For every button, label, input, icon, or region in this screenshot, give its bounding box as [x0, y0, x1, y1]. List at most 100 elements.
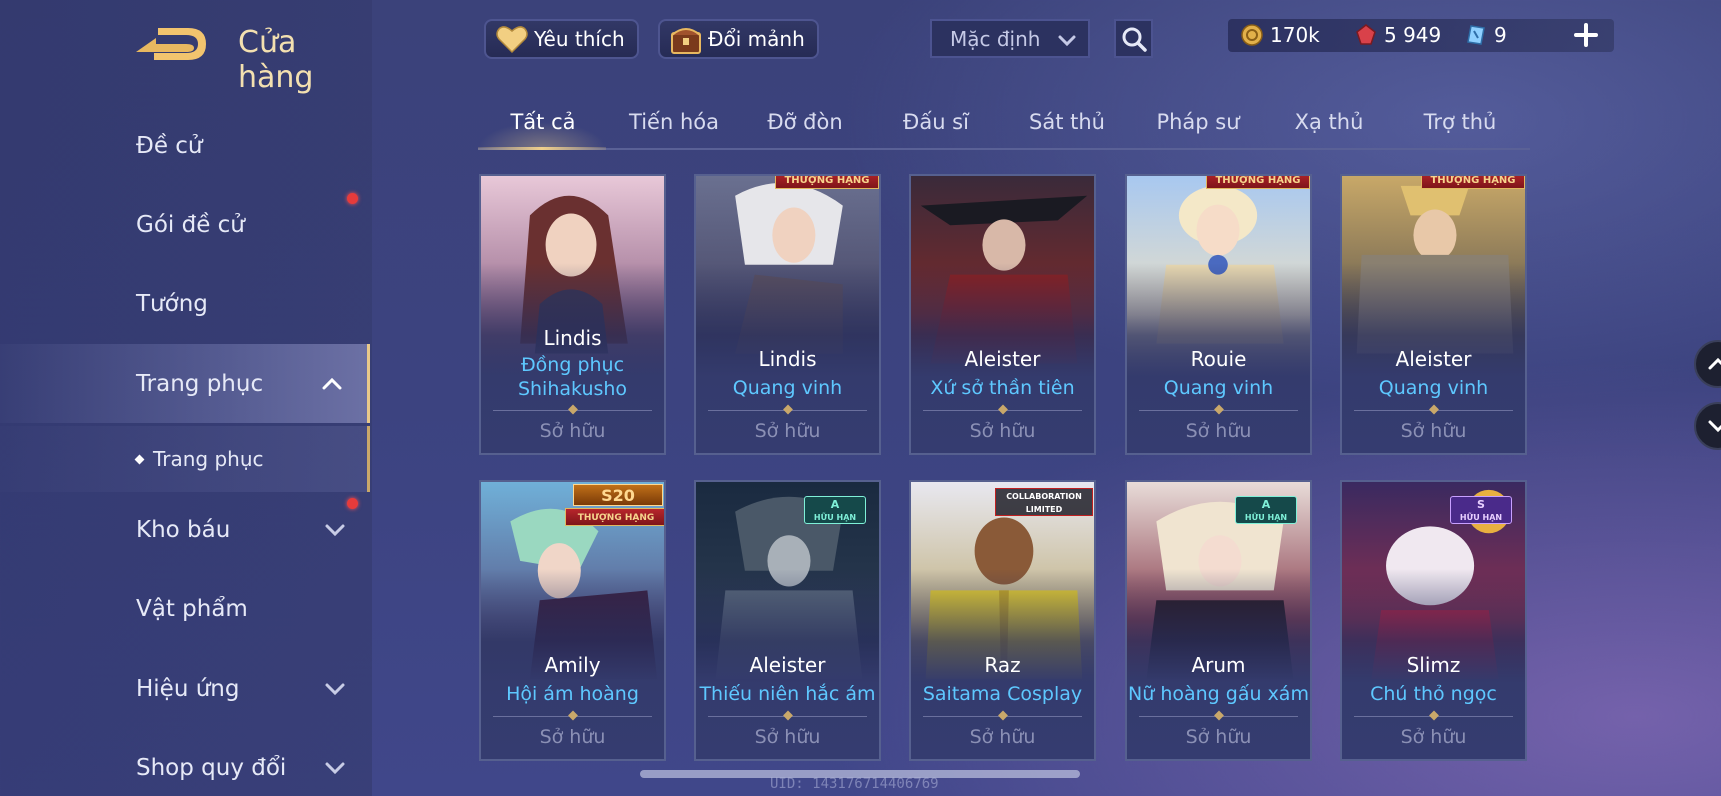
tab-evolution[interactable]: Tiến hóa [629, 110, 719, 134]
owned-status: Sở hữu [1400, 420, 1467, 442]
shard-counter: 9 [1464, 23, 1507, 47]
shard-value: 9 [1494, 23, 1507, 47]
skin-name: Chú thỏ ngọc [1370, 683, 1497, 705]
sidebar-item-effects[interactable]: Hiệu ứng [0, 649, 370, 728]
skin-name: Quang vinh [732, 377, 843, 399]
card-divider [1354, 716, 1513, 717]
rank-badge: THƯỢNG HẠNG [775, 176, 879, 189]
exchange-label: Đổi mảnh [708, 27, 805, 51]
card-divider [1139, 410, 1298, 411]
chevron-up-icon [1708, 357, 1721, 370]
tab-mage[interactable]: Pháp sư [1156, 110, 1239, 134]
add-currency-button[interactable] [1572, 21, 1600, 49]
gold-counter: 170k [1240, 23, 1320, 47]
tab-fighter[interactable]: Đấu sĩ [903, 110, 969, 134]
favorites-label: Yêu thích [534, 27, 625, 51]
skin-card[interactable]: S20 THƯỢNG HẠNG Amily Hội ám hoàng Sở hữ… [479, 480, 666, 761]
voucher-counter: 5 949 [1354, 23, 1441, 47]
owned-status: Sở hữu [969, 726, 1036, 748]
owned-status: Sở hữu [754, 726, 821, 748]
back-button[interactable] [134, 22, 208, 64]
scroll-up-button[interactable] [1694, 340, 1721, 388]
card-divider [708, 410, 867, 411]
uid-text: UID: 143176714406769 [770, 776, 939, 792]
skin-card[interactable]: Aleister Xứ sở thần tiên Sở hữu [909, 174, 1096, 455]
tab-support[interactable]: Trợ thủ [1424, 110, 1497, 134]
category-tabs: Tất cả Tiến hóa Đỡ đòn Đấu sĩ Sát thủ Ph… [478, 100, 1530, 150]
card-divider [708, 716, 867, 717]
chevron-down-icon [1058, 35, 1076, 47]
hero-name: Amily [544, 653, 601, 677]
hero-name: Rouie [1190, 347, 1247, 371]
skin-card[interactable]: THƯỢNG HẠNG Lindis Quang vinh Sở hữu [694, 174, 881, 455]
sidebar-item-recommended[interactable]: Đề cử [0, 106, 370, 185]
skin-name: Quang vinh [1378, 377, 1489, 399]
sidebar-item-items[interactable]: Vật phẩm [0, 569, 370, 648]
notification-dot [347, 498, 358, 509]
tab-all[interactable]: Tất cả [510, 110, 575, 134]
red-gem-icon [1356, 24, 1376, 45]
skin-name: Xứ sở thần tiên [930, 377, 1075, 399]
hero-name: Arum [1191, 653, 1246, 677]
sidebar-item-label: Đề cử [136, 132, 203, 159]
owned-status: Sở hữu [1185, 420, 1252, 442]
sidebar-item-label: Shop quy đổi [136, 754, 287, 781]
owned-status: Sở hữu [1400, 726, 1467, 748]
tab-marksman[interactable]: Xạ thủ [1295, 110, 1364, 134]
card-divider [493, 716, 652, 717]
skin-card[interactable]: A HỮU HẠN Aleister Thiếu niên hắc ám Sở … [694, 480, 881, 761]
skin-card[interactable]: Lindis Đồng phục Shihakusho Sở hữu [479, 174, 666, 455]
limited-badge: A HỮU HẠN [804, 496, 866, 524]
skin-card[interactable]: THƯỢNG HẠNG Aleister Quang vinh Sở hữu [1340, 174, 1527, 455]
skin-card[interactable]: S HỮU HẠN Slimz Chú thỏ ngọc Sở hữu [1340, 480, 1527, 761]
sidebar-item-skins[interactable]: Trang phục [0, 344, 370, 423]
skin-name: Quang vinh [1163, 377, 1274, 399]
tab-assassin[interactable]: Sát thủ [1029, 110, 1105, 134]
owned-status: Sở hữu [1185, 726, 1252, 748]
card-divider [923, 716, 1082, 717]
hero-name: Slimz [1406, 653, 1461, 677]
heart-icon [496, 26, 528, 54]
card-divider [923, 410, 1082, 411]
sidebar-item-treasure[interactable]: Kho báu [0, 490, 370, 569]
owned-status: Sở hữu [969, 420, 1036, 442]
hero-name: Aleister [749, 653, 826, 677]
sidebar-subitem-skins[interactable]: Trang phục [0, 426, 370, 492]
badge-label: HỮU HẠN [813, 513, 857, 522]
badge-grade: A [1261, 498, 1271, 511]
owned-status: Sở hữu [539, 726, 606, 748]
sidebar-item-heroes[interactable]: Tướng [0, 264, 370, 343]
collaboration-badge: COLLABORATION LIMITED [995, 488, 1093, 516]
favorites-button[interactable]: Yêu thích [484, 19, 639, 59]
sidebar-item-label: Gói đề cử [136, 211, 245, 238]
tab-tank[interactable]: Đỡ đòn [767, 110, 842, 134]
skin-card[interactable]: THƯỢNG HẠNG Rouie Quang vinh Sở hữu [1125, 174, 1312, 455]
sort-dropdown[interactable]: Mặc định [930, 19, 1090, 58]
rank-badge: THƯỢNG HẠNG [1421, 176, 1525, 189]
currency-bar: 170k 5 949 9 [1228, 19, 1614, 52]
skin-card[interactable]: A HỮU HẠN Arum Nữ hoàng gấu xám Sở hữu [1125, 480, 1312, 761]
skin-name: Hội ám hoàng [506, 683, 639, 705]
chevron-down-icon [1708, 420, 1721, 433]
sidebar-item-label: Vật phẩm [136, 595, 248, 622]
search-button[interactable] [1114, 19, 1153, 58]
skin-card[interactable]: COLLABORATION LIMITED Raz Saitama Cospla… [909, 480, 1096, 761]
hero-name: Aleister [964, 347, 1041, 371]
notification-dot [347, 193, 358, 204]
sidebar-item-label: Kho báu [136, 516, 231, 543]
exchange-fragments-button[interactable]: Đổi mảnh [658, 19, 819, 59]
skin-name: Đồng phục [520, 354, 625, 376]
sidebar-item-exchange-shop[interactable]: Shop quy đổi [0, 728, 370, 796]
sidebar-item-label: Trang phục [153, 447, 264, 471]
chevron-down-icon [325, 762, 345, 774]
search-icon [1122, 27, 1147, 52]
gold-coin-icon [1241, 24, 1263, 46]
back-arrow-icon [136, 28, 206, 60]
scroll-down-button[interactable] [1694, 402, 1721, 450]
chest-icon [671, 28, 701, 54]
hero-name: Lindis [758, 347, 817, 371]
rank-badge: THƯỢNG HẠNG [565, 508, 664, 526]
sidebar-item-recommended-packs[interactable]: Gói đề cử [0, 185, 370, 264]
badge-grade: A [830, 498, 840, 511]
home-indicator[interactable] [640, 770, 1080, 778]
